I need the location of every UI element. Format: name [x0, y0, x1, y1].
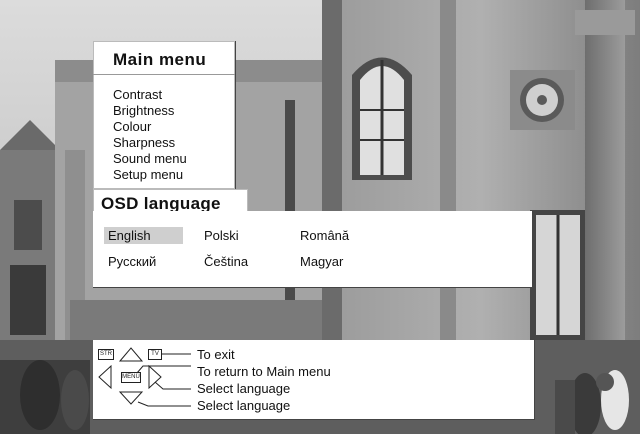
- help-select-language-2: Select language: [197, 398, 291, 413]
- language-option-russian[interactable]: Русский: [104, 253, 160, 270]
- menu-item-sharpness[interactable]: Sharpness: [113, 135, 175, 151]
- menu-item-contrast[interactable]: Contrast: [113, 87, 162, 103]
- help-select-language-1: Select language: [197, 381, 291, 396]
- remote-keys-diagram: [98, 347, 191, 407]
- language-option-magyar[interactable]: Magyar: [296, 253, 347, 270]
- help-return-main-menu: To return to Main menu: [197, 364, 331, 379]
- language-option-romana[interactable]: Română: [296, 227, 353, 244]
- language-option-polski[interactable]: Polski: [200, 227, 243, 244]
- menu-item-colour[interactable]: Colour: [113, 119, 151, 135]
- menu-item-setup-menu[interactable]: Setup menu: [113, 167, 183, 183]
- menu-item-sound-menu[interactable]: Sound menu: [113, 151, 187, 167]
- help-legend-panel: STR TV MENU To exit To return to Main me…: [93, 340, 535, 420]
- language-selection-panel: English Polski Română Русский Čeština Ma…: [93, 211, 533, 288]
- left-arrow-icon: [98, 364, 112, 390]
- language-option-english[interactable]: English: [104, 227, 183, 244]
- menu-item-brightness[interactable]: Brightness: [113, 103, 174, 119]
- language-option-cestina[interactable]: Čeština: [200, 253, 252, 270]
- up-arrow-icon: [118, 347, 144, 362]
- main-menu-header: Main menu: [93, 41, 235, 75]
- help-to-exit: To exit: [197, 347, 235, 362]
- main-menu-title: Main menu: [113, 50, 207, 69]
- right-arrow-icon: [148, 364, 162, 390]
- main-menu-panel: Main menu Contrast Brightness Colour Sha…: [93, 41, 236, 190]
